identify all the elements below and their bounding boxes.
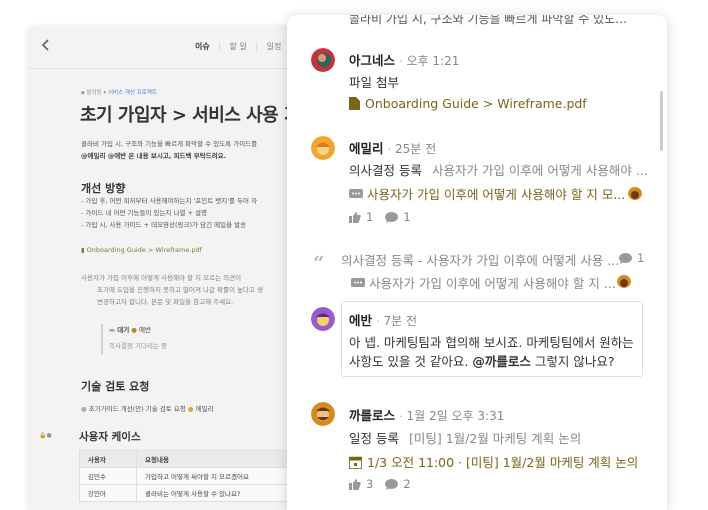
- table-header-row: 사용자 요청내용: [79, 450, 304, 468]
- quote-user: 에반: [139, 326, 151, 334]
- note-line: 변경하고자 합니다. 본문 및 파일을 참고해 주세요.: [97, 298, 234, 306]
- comment-icon: ▬: [109, 326, 116, 334]
- avatar[interactable]: [311, 402, 335, 426]
- comment-panel: 콜라비 가입 시, 구조와 기능을 빠르게 파악할 수 있도… 아그네스 · 오후 …: [287, 15, 667, 510]
- comment-header: 까를로스 · 1월 2일 오후 3:31: [349, 408, 505, 423]
- table-cell: 콜라비는 어떻게 사용할 수 있나요?: [136, 484, 304, 502]
- file-attachment[interactable]: ▮ Onboarding Guide > Wireframe.pdf: [81, 246, 202, 254]
- note-line: 사용자가 가입 이후에 어떻게 사용해야 할 지 모르는 의견이: [81, 274, 242, 282]
- document-toolbar: 이슈 | 할 일 | 일정: [27, 26, 327, 69]
- avatar: ●: [187, 405, 194, 413]
- file-name: Onboarding Guide > Wireframe.pdf: [86, 246, 202, 254]
- thumbs-up-icon[interactable]: [349, 478, 361, 490]
- doc-icon: ▪: [81, 90, 85, 96]
- decision-link[interactable]: 사용자가 가입 이후에 어떻게 사용해야 할 지 모...: [349, 184, 625, 203]
- table-row: 김민수 가입하고 어떻게 써야할 지 모르겠어요: [79, 467, 304, 485]
- comment-action: 의사결정 등록 사용자가 가입 이후에 어떻게 사용해야 ...: [349, 163, 648, 178]
- bullet-item: - 가이드 내 어떤 기능들이 있는지 나열 + 설명: [81, 209, 207, 217]
- comment-body-line: 아 넵. 마케팅팀과 협의해 보시죠. 마케팅팀에서 원하는: [349, 335, 634, 350]
- avatar: ●: [131, 326, 137, 334]
- comment-bubble-icon: [349, 189, 363, 198]
- mention[interactable]: @까를로스: [472, 354, 531, 369]
- comment-reactions: 1 1: [349, 210, 411, 224]
- timestamp: 1월 2일 오후 3:31: [406, 409, 505, 423]
- like-count: 1: [366, 210, 374, 224]
- comment-bubble-icon: [351, 278, 365, 287]
- comment-header: 에밀리 · 25분 전: [349, 141, 437, 156]
- section-heading: 기술 검토 요청: [81, 380, 150, 393]
- calendar-icon: [348, 456, 363, 470]
- scrollbar[interactable]: [660, 91, 663, 151]
- tab-todo[interactable]: 할 일: [230, 42, 247, 51]
- back-arrow-icon[interactable]: [39, 38, 53, 52]
- bullet-item: - 가입 후, 어떤 피처부터 사용해야하는지 '포인트 뱃지'를 두어 자: [81, 197, 258, 205]
- quote-text: 의사결정 기다리는 중: [109, 342, 167, 350]
- author-name[interactable]: 까를로스: [349, 408, 395, 423]
- like-count: 3: [366, 477, 374, 491]
- thumbs-up-icon[interactable]: [349, 211, 361, 223]
- avatar: [617, 274, 631, 288]
- tab-issue[interactable]: 이슈: [195, 42, 210, 51]
- table-header: 사용자: [79, 450, 137, 468]
- decision-quote: ▬ 대기 ● 에반 의사결정 기다리는 중: [101, 324, 289, 354]
- avatar: [628, 186, 642, 200]
- note-line: 초기에 도입을 진행하지 못하고 떨어져 나갈 확률이 높다고 생: [97, 286, 264, 294]
- tech-review-item[interactable]: ● 초기가이드 개선(안) 기술 검토 요청 ● 에밀리: [81, 403, 214, 415]
- timestamp: 25분 전: [395, 142, 437, 156]
- breadcrumb: ▪ 발의팀 ▾ 서비스 개선 프로젝트: [81, 90, 157, 96]
- comment-action: 일정 등록 [미팅] 1월/2월 마케팅 계획 논의: [349, 431, 582, 446]
- reply-count: 2: [403, 477, 411, 491]
- breadcrumb-parent[interactable]: 발의팀: [86, 90, 101, 96]
- reply-count: 1: [403, 210, 411, 224]
- file-attachment-link[interactable]: Onboarding Guide > Wireframe.pdf: [349, 96, 587, 111]
- comment-body-line: 사항도 있을 것 같아요. @까를로스 그렇지 않나요?: [349, 354, 615, 369]
- quoted-decision-link[interactable]: 사용자가 가입 이후에 어떻게 사용해야 할 지 ...: [351, 273, 616, 292]
- file-icon: ▮: [81, 246, 85, 254]
- author-name[interactable]: 에밀리: [349, 141, 384, 156]
- timestamp: 오후 1:21: [406, 54, 460, 68]
- quote-reply-count: 1: [619, 251, 644, 265]
- table-row: 강민아 콜라비는 어떻게 사용할 수 있나요?: [79, 484, 304, 502]
- cut-off-comment-text: 콜라비 가입 시, 구조와 기능을 빠르게 파악할 수 있도…: [349, 15, 628, 26]
- section-heading: 사용자 케이스: [79, 431, 141, 443]
- comment-header: 아그네스 · 오후 1:21: [349, 53, 460, 68]
- document-tabs: 이슈 | 할 일 | 일정: [195, 42, 282, 51]
- table-cell: 강민아: [79, 484, 137, 502]
- section-heading: 개선 방향: [81, 182, 126, 195]
- user-case-table: 사용자 요청내용 김민수 가입하고 어떻게 써야할 지 모르겠어요 강민아 콜라…: [79, 450, 304, 502]
- tab-schedule[interactable]: 일정: [267, 42, 282, 51]
- quoted-decision[interactable]: 의사결정 등록 - 사용자가 가입 이후에 어떻게 사용 ...: [341, 250, 619, 269]
- table-cell: 김민수: [79, 467, 137, 485]
- status-badge: 대기: [117, 326, 130, 334]
- avatar[interactable]: [311, 136, 335, 160]
- file-icon: [349, 97, 360, 110]
- check-circle-icon: ●: [81, 405, 87, 413]
- comment-action: 파일 첨부: [349, 75, 399, 90]
- reply-icon[interactable]: [385, 211, 399, 223]
- author-name[interactable]: 아그네스: [349, 53, 395, 68]
- avatar[interactable]: [311, 307, 335, 331]
- table-cell: 가입하고 어떻게 써야할 지 모르겠어요: [136, 467, 304, 485]
- quote-icon: “: [313, 251, 325, 275]
- intro-line: 콜라비 가입 시, 구조와 기능을 빠르게 파악할 수 있도록 가이드를: [81, 140, 258, 148]
- bullet-item: - 가입 시, 사용 가이드 + 데모영상(링크)가 담긴 메일을 발송: [81, 221, 247, 229]
- event-link[interactable]: 1/3 오전 11:00 · [미팅] 1월/2월 마케팅 계획 논의: [348, 452, 638, 471]
- intro-mention-line: @에밀리 @에반 은 내용 보시고, 피드백 부탁드려요.: [81, 152, 227, 160]
- avatar[interactable]: [311, 48, 335, 72]
- comment-reactions: 3 2: [349, 477, 411, 491]
- reply-icon[interactable]: [385, 478, 399, 490]
- lock-icon: 🔒●: [39, 432, 52, 439]
- table-header: 요청내용: [136, 450, 304, 468]
- document-view: 이슈 | 할 일 | 일정 ▪ 발의팀 ▾ 서비스 개선 프로젝트 초기 가입자…: [27, 26, 327, 510]
- breadcrumb-project[interactable]: 서비스 개선 프로젝트: [108, 90, 157, 96]
- reply-icon: [619, 252, 632, 264]
